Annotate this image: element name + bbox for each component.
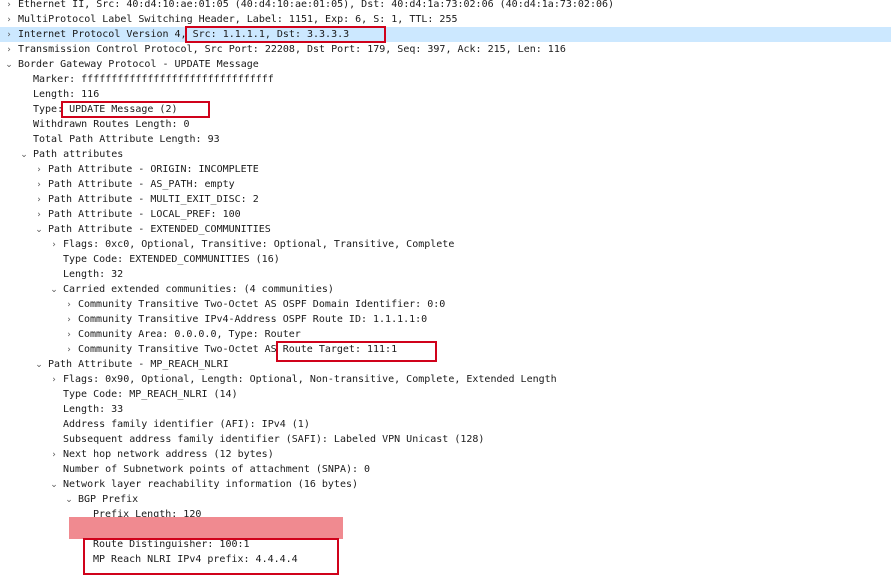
tree-row-label: Number of Subnetwork points of attachmen… (63, 464, 371, 475)
tree-row-label: Network layer reachability information (… (63, 479, 359, 490)
collapse-arrow-icon[interactable]: ⌄ (49, 283, 59, 298)
tree-row-label: Carried extended communities: (4 communi… (63, 284, 334, 295)
tree-row-label: Subsequent address family identifier (SA… (63, 434, 485, 445)
collapse-arrow-icon[interactable]: ⌄ (34, 358, 44, 373)
tree-row-label: Ethernet II, Src: 40:d4:10:ae:01:05 (40:… (18, 0, 615, 10)
expand-arrow-icon[interactable]: › (64, 298, 74, 313)
collapse-arrow-icon[interactable]: ⌄ (34, 223, 44, 238)
tree-row-label: Path Attribute - EXTENDED_COMMUNITIES (48, 224, 271, 235)
tree-row[interactable]: › Community Area: 0.0.0.0, Type: Router (0, 327, 891, 342)
tree-row[interactable]: › Flags: 0xc0, Optional, Transitive: Opti… (0, 237, 891, 252)
tree-row[interactable]: Marker: ffffffffffffffffffffffffffffffff (0, 72, 891, 87)
tree-row-label: Length: 33 (63, 404, 124, 415)
tree-row[interactable]: ⌄ Network layer reachability information … (0, 477, 891, 492)
tree-row-label: Flags: 0x90, Optional, Length: Optional,… (63, 374, 557, 385)
expand-arrow-icon[interactable]: › (4, 13, 14, 28)
expand-arrow-icon[interactable]: › (4, 28, 14, 43)
tree-row[interactable]: Total Path Attribute Length: 93 (0, 132, 891, 147)
expand-arrow-icon[interactable]: › (49, 448, 59, 463)
expand-arrow-icon[interactable]: › (34, 163, 44, 178)
tree-row-label: Length: 32 (63, 269, 124, 280)
tree-row[interactable]: ⌄ BGP Prefix (0, 492, 891, 507)
expand-arrow-icon[interactable]: › (49, 238, 59, 253)
tree-row-label: Transmission Control Protocol, Src Port:… (18, 44, 566, 55)
tree-row-label: Community Transitive Two-Octet AS Route … (78, 344, 398, 355)
tree-row[interactable]: › Next hop network address (12 bytes) (0, 447, 891, 462)
tree-row[interactable]: ⌄ Path attributes (0, 147, 891, 162)
tree-row[interactable]: › Path Attribute - AS_PATH: empty (0, 177, 891, 192)
tree-row[interactable]: › Community Transitive IPv4-Address OSPF … (0, 312, 891, 327)
tree-row-label: Community Area: 0.0.0.0, Type: Router (78, 329, 301, 340)
tree-row-label: Community Transitive Two-Octet AS OSPF D… (78, 299, 446, 310)
collapse-arrow-icon[interactable]: ⌄ (49, 478, 59, 493)
collapse-arrow-icon[interactable]: ⌄ (19, 148, 29, 163)
tree-row[interactable]: Type Code: EXTENDED_COMMUNITIES (16) (0, 252, 891, 267)
tree-row[interactable]: Length: 116 (0, 87, 891, 102)
tree-row[interactable]: › MultiProtocol Label Switching Header, L… (0, 12, 891, 27)
tree-row[interactable]: Withdrawn Routes Length: 0 (0, 117, 891, 132)
packet-details-tree: › Ethernet II, Src: 40:d4:10:ae:01:05 (40… (0, 0, 891, 567)
tree-row[interactable]: MP Reach NLRI IPv4 prefix: 4.4.4.4 (0, 552, 891, 567)
tree-row[interactable]: › Flags: 0x90, Optional, Length: Optional… (0, 372, 891, 387)
tree-row-label: Path attributes (33, 149, 124, 160)
tree-row[interactable]: Length: 33 (0, 402, 891, 417)
tree-row[interactable]: › Path Attribute - MULTI_EXIT_DISC: 2 (0, 192, 891, 207)
expand-arrow-icon[interactable]: › (49, 373, 59, 388)
tree-row[interactable]: › Community Transitive Two-Octet AS OSPF … (0, 297, 891, 312)
tree-row[interactable]: Route Distinguisher: 100:1 (0, 537, 891, 552)
tree-row[interactable]: › Internet Protocol Version 4, Src: 1.1.1… (0, 27, 891, 42)
tree-row-label: Total Path Attribute Length: 93 (33, 134, 220, 145)
tree-row[interactable]: Number of Subnetwork points of attachmen… (0, 462, 891, 477)
tree-row-label: Type Code: MP_REACH_NLRI (14) (63, 389, 238, 400)
tree-row-label: Marker: ffffffffffffffffffffffffffffffff (33, 74, 274, 85)
tree-row-label: Path Attribute - AS_PATH: empty (48, 179, 235, 190)
tree-row-label: Route Distinguisher: 100:1 (93, 539, 250, 550)
expand-arrow-icon[interactable]: › (34, 178, 44, 193)
tree-row-label: Withdrawn Routes Length: 0 (33, 119, 190, 130)
tree-row[interactable]: ⌄ Path Attribute - EXTENDED_COMMUNITIES (0, 222, 891, 237)
tree-row[interactable]: ⌄ Carried extended communities: (4 commun… (0, 282, 891, 297)
tree-row-label: Path Attribute - MP_REACH_NLRI (48, 359, 229, 370)
tree-row[interactable]: Type Code: MP_REACH_NLRI (14) (0, 387, 891, 402)
expand-arrow-icon[interactable]: › (64, 343, 74, 358)
tree-row[interactable]: Address family identifier (AFI): IPv4 (1… (0, 417, 891, 432)
expand-arrow-icon[interactable]: › (64, 328, 74, 343)
tree-row-label: MultiProtocol Label Switching Header, La… (18, 14, 458, 25)
tree-row-label: Flags: 0xc0, Optional, Transitive: Optio… (63, 239, 455, 250)
tree-row[interactable]: Length: 32 (0, 267, 891, 282)
tree-row-label: Path Attribute - LOCAL_PREF: 100 (48, 209, 241, 220)
tree-row[interactable]: ⌄ Path Attribute - MP_REACH_NLRI (0, 357, 891, 372)
tree-row-label: Path Attribute - MULTI_EXIT_DISC: 2 (48, 194, 259, 205)
tree-row[interactable]: ⌄ Border Gateway Protocol - UPDATE Messag… (0, 57, 891, 72)
tree-row[interactable]: › Path Attribute - ORIGIN: INCOMPLETE (0, 162, 891, 177)
expand-arrow-icon[interactable]: › (34, 208, 44, 223)
tree-row-label: Next hop network address (12 bytes) (63, 449, 274, 460)
tree-row[interactable]: Type: UPDATE Message (2) (0, 102, 891, 117)
tree-row-label: Address family identifier (AFI): IPv4 (1… (63, 419, 310, 430)
expand-arrow-icon[interactable]: › (64, 313, 74, 328)
tree-row-label: Path Attribute - ORIGIN: INCOMPLETE (48, 164, 259, 175)
tree-row-label: Type: UPDATE Message (2) (33, 104, 178, 115)
tree-row-label: BGP Prefix (78, 494, 139, 505)
tree-row-label: MP Reach NLRI IPv4 prefix: 4.4.4.4 (93, 554, 298, 565)
tree-row-label: Type Code: EXTENDED_COMMUNITIES (16) (63, 254, 280, 265)
tree-row[interactable]: › Community Transitive Two-Octet AS Route… (0, 342, 891, 357)
tree-row-label: Internet Protocol Version 4, Src: 1.1.1.… (18, 29, 350, 40)
tree-row[interactable]: Subsequent address family identifier (SA… (0, 432, 891, 447)
tree-row-label: Border Gateway Protocol - UPDATE Message (18, 59, 259, 70)
tree-row-label: Community Transitive IPv4-Address OSPF R… (78, 314, 428, 325)
expand-arrow-icon[interactable]: › (34, 193, 44, 208)
label-stack-highlight (69, 517, 343, 539)
collapse-arrow-icon[interactable]: ⌄ (64, 493, 74, 508)
tree-row[interactable]: › Transmission Control Protocol, Src Port… (0, 42, 891, 57)
tree-row-label: Length: 116 (33, 89, 100, 100)
expand-arrow-icon[interactable]: › (4, 43, 14, 58)
collapse-arrow-icon[interactable]: ⌄ (4, 58, 14, 73)
tree-row[interactable]: › Path Attribute - LOCAL_PREF: 100 (0, 207, 891, 222)
tree-row[interactable]: › Ethernet II, Src: 40:d4:10:ae:01:05 (40… (0, 0, 891, 12)
